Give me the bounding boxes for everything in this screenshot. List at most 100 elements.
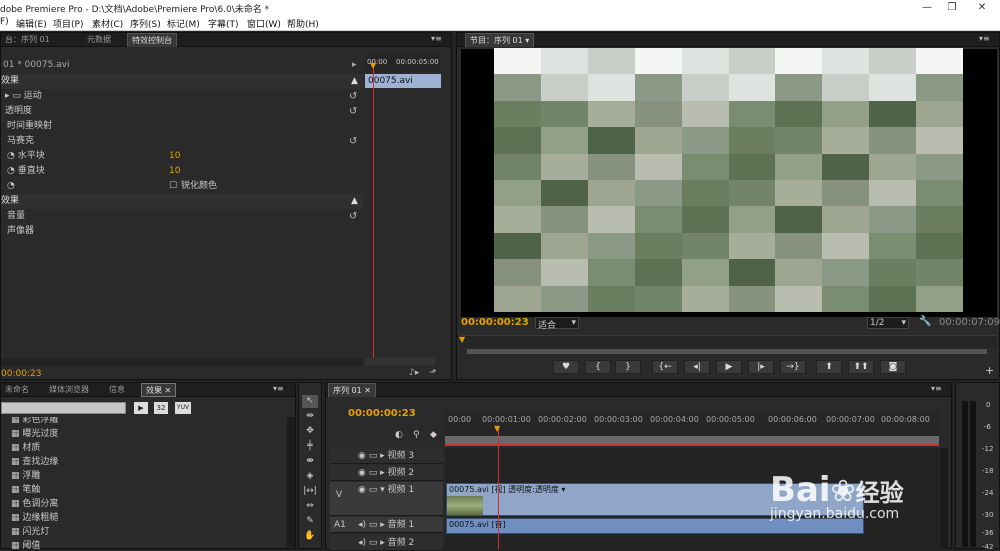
mosaic-row[interactable]: 马赛克 ↺ [1,134,363,149]
reset-icon[interactable]: ↺ [349,104,357,119]
razor-tool-icon[interactable]: ◈ [302,470,318,483]
tab-metadata[interactable]: 元数据 [83,33,115,47]
eye-icon[interactable]: ◉ ▭ ▸ [330,468,387,478]
rolling-edit-tool-icon[interactable]: ╪ [302,440,318,453]
program-scrollbar[interactable] [467,349,987,354]
sharpen-checkbox[interactable]: ☐ [169,179,177,194]
a-target-label[interactable]: A1 [334,517,346,533]
effect-clip-bar[interactable]: 00075.avi [365,74,441,88]
pen-tool-icon[interactable]: ✎ [302,515,318,528]
go-to-in-button[interactable]: {← [652,360,678,374]
export-frame-button[interactable]: ◙ [880,360,906,374]
reset-icon[interactable]: ↺ [349,134,357,149]
rate-stretch-tool-icon[interactable]: ⇼ [302,455,318,468]
list-item[interactable]: ▦ 材质 [1,442,286,455]
link-icon[interactable]: ⚲ [413,430,420,440]
volume-row[interactable]: 音量 ↺ [1,209,363,224]
minimize-button[interactable]: — [913,0,941,16]
reset-icon[interactable]: ↺ [349,89,357,104]
track-header-video1[interactable]: V ◉ ▭ ▾ 视频 1 [330,482,443,516]
menu-marker[interactable]: 标记(M) [167,17,200,30]
v-blocks-value[interactable]: 10 [169,164,180,179]
resolution-dropdown[interactable]: 1/2 ▾ [867,317,909,329]
playhead-marker-icon[interactable]: ▼ [370,61,376,70]
effect-zoom-slider[interactable] [365,358,435,366]
effects-search-input[interactable] [1,402,126,414]
extract-button[interactable]: ⬆⬆ [848,360,874,374]
motion-row[interactable]: ▸ ▭ 运动 ↺ [1,89,363,104]
program-time-ruler[interactable] [461,335,997,349]
list-item[interactable]: ▦ 闪光灯 [1,526,286,539]
track-select-tool-icon[interactable]: ⇹ [302,410,318,423]
list-item[interactable]: ▦ 彩色浮雕 [1,417,286,427]
ripple-edit-tool-icon[interactable]: ✥ [302,425,318,438]
timeline-timecode[interactable]: 00:00:00:23 [348,408,416,419]
stopwatch-icon[interactable]: ◔ [1,181,15,191]
effect-timecode[interactable]: 00:00:23 [1,369,41,379]
up-arrow-icon[interactable]: ▲ [351,74,358,89]
stopwatch-icon[interactable]: ◔ [1,151,18,161]
list-item[interactable]: ▦ 色调分离 [1,498,286,511]
step-forward-button[interactable]: |▸ [748,360,774,374]
tab-project[interactable]: 未命名 [1,383,33,397]
tab-info[interactable]: 信息 [105,383,129,397]
fit-dropdown[interactable]: 适合 ▾ [535,317,579,331]
effects-scrollbar[interactable] [287,417,295,547]
effect-ruler[interactable]: 00:00 00:00:05:00 [365,53,441,71]
panel-menu-icon[interactable]: ▾≡ [931,384,942,393]
hand-tool-icon[interactable]: ✋ [302,530,318,543]
playhead-marker-icon[interactable]: ▼ [459,335,465,344]
slip-tool-icon[interactable]: |↔| [302,485,318,498]
list-item[interactable]: ▦ 笔触 [1,484,286,497]
add-marker-button[interactable]: ♥ [553,360,579,374]
mark-in-button[interactable]: { [585,360,611,374]
eye-icon[interactable]: ◉ ▭ ▸ [330,451,387,461]
export-icon[interactable]: ⬏ [429,368,437,378]
menu-clip[interactable]: 素材(C) [92,17,123,30]
speaker-icon[interactable]: ◂) ▭ ▸ [330,538,388,548]
yuv-icon[interactable]: YUV [175,402,191,414]
menu-file[interactable]: F) [0,17,9,27]
step-back-button[interactable]: ◂| [684,360,710,374]
playhead-marker-icon[interactable]: ▼ [494,424,500,433]
menu-title[interactable]: 字幕(T) [208,17,239,30]
lift-button[interactable]: ⬆ [816,360,842,374]
program-dropdown-icon[interactable]: ▾ [525,36,529,45]
time-remap-row[interactable]: 时间重映射 [1,119,363,134]
effect-scrollbar[interactable] [1,358,363,366]
track-header-video2[interactable]: ◉ ▭ ▸ 视频 2 [330,465,443,481]
menu-edit[interactable]: 编辑(E) [16,17,47,30]
selection-tool-icon[interactable]: ↖ [302,395,318,408]
accelerated-icon[interactable]: ▶ [134,402,148,414]
add-icon[interactable]: + [985,364,994,377]
up-arrow-icon[interactable]: ▲ [351,194,358,209]
close-button[interactable]: ✕ [968,0,996,16]
tab-sequence-source[interactable]: 台：序列 01 [1,33,54,47]
track-header-audio1[interactable]: A1 ◂) ▭ ▸ 音频 1 [330,517,443,533]
close-icon[interactable]: ✕ [364,386,371,395]
menu-sequence[interactable]: 序列(S) [130,17,161,30]
tab-effects[interactable]: 效果 ✕ [141,383,177,397]
panel-menu-icon[interactable]: ▾≡ [273,384,284,393]
list-item[interactable]: ▦ 边缘粗糙 [1,512,286,525]
tab-sequence[interactable]: 序列 01 ✕ [328,383,376,397]
h-blocks-value[interactable]: 10 [169,149,180,164]
program-timecode[interactable]: 00:00:00:23 [461,317,529,328]
expand-icon[interactable]: ▸ ▭ [1,91,24,101]
work-area-bar[interactable] [445,436,939,444]
stopwatch-icon[interactable]: ◔ [1,166,18,176]
tab-media-browser[interactable]: 媒体浏览器 [45,383,93,397]
menu-window[interactable]: 窗口(W) [247,17,281,30]
snap-icon[interactable]: ◐ [395,430,403,440]
opacity-row[interactable]: 透明度 ↺ [1,104,363,119]
mark-out-button[interactable]: } [615,360,641,374]
panner-row[interactable]: 声像器 [1,224,363,239]
32bit-icon[interactable]: 32 [154,402,168,414]
track-header-video3[interactable]: ◉ ▭ ▸ 视频 3 [330,448,443,464]
tab-effect-controls[interactable]: 特效控制台 [127,33,177,47]
marker-icon[interactable]: ◆ [430,430,437,440]
list-item[interactable]: ▦ 曝光过度 [1,428,286,441]
reset-icon[interactable]: ↺ [349,209,357,224]
audio-icon[interactable]: ♪▸ [409,368,419,378]
close-icon[interactable]: ✕ [165,386,172,395]
